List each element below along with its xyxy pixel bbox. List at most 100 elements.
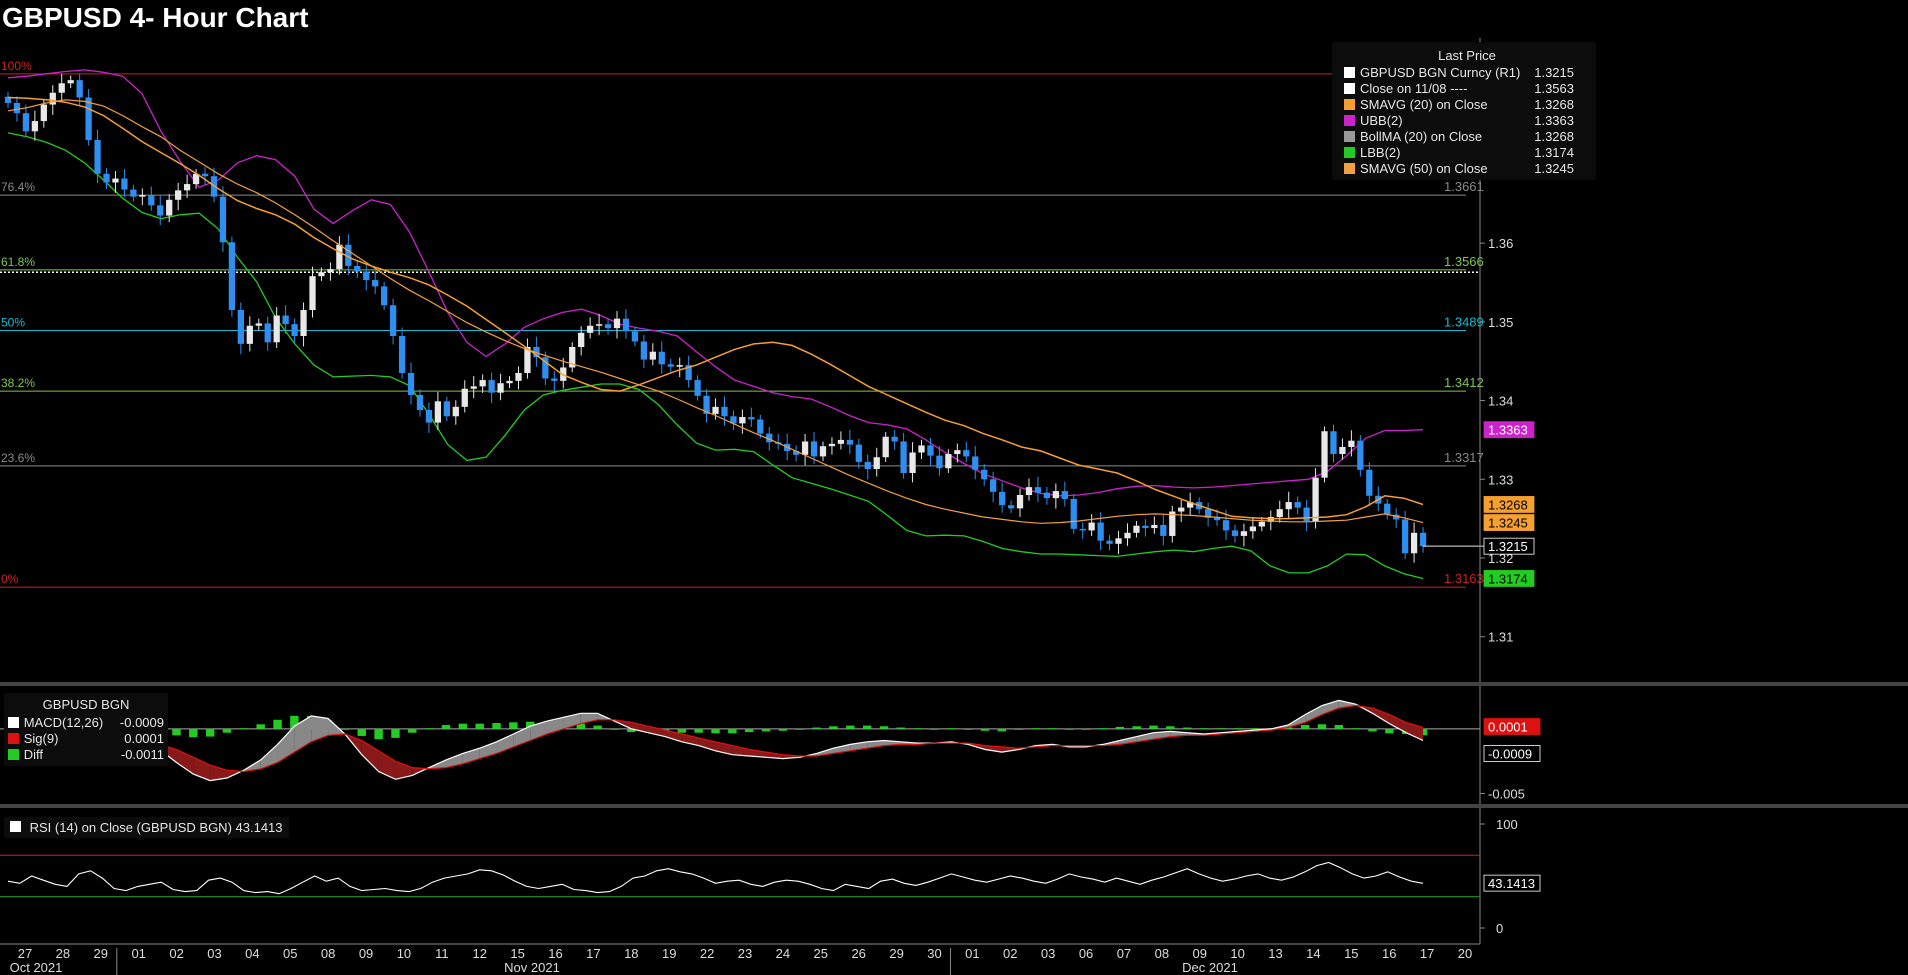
candle-body — [748, 417, 755, 420]
candle-body — [1043, 492, 1051, 499]
candle-body — [479, 380, 486, 387]
fib-label: 50% — [1, 315, 25, 329]
macd-diff-bar — [1368, 728, 1377, 732]
x-month-label: Nov 2021 — [504, 960, 560, 975]
candle-body — [855, 444, 862, 462]
candle-body — [1312, 477, 1319, 521]
x-month-label: Oct 2021 — [10, 960, 63, 975]
macd-diff-bar — [357, 728, 366, 736]
candle-body — [1348, 440, 1355, 447]
price-badge-label: 1.3268 — [1488, 497, 1528, 512]
candle-body — [1303, 507, 1310, 521]
candle-body — [1178, 507, 1185, 512]
macd-diff-bar — [1216, 728, 1226, 730]
candle-body — [972, 456, 979, 470]
candle-body — [1052, 491, 1059, 499]
macd-diff-bar — [172, 728, 181, 736]
macd-diff-bar — [509, 722, 518, 729]
candle-body — [1401, 519, 1409, 554]
macd-diff-bar — [408, 728, 417, 733]
candle-body — [148, 195, 155, 206]
rsi-legend: RSI (14) on Close (GBPUSD BGN) 43.1413 — [4, 817, 289, 838]
candle-body — [918, 445, 925, 453]
candle-body — [22, 113, 30, 132]
macd-diff-bar — [761, 728, 771, 732]
candle-body — [1258, 521, 1265, 527]
macd-diff-bar — [340, 728, 350, 730]
candle-body — [1357, 440, 1364, 470]
legend-series-value: 1.3268 — [1534, 128, 1574, 144]
candle-body — [255, 323, 262, 326]
upper-bollinger-band — [7, 69, 1424, 497]
candle-body — [721, 406, 728, 417]
x-day-label: 16 — [1382, 946, 1396, 961]
candle-body — [1106, 540, 1113, 544]
candle-body — [1330, 431, 1337, 455]
macd-diff-bar — [222, 728, 232, 733]
macd-diff-bar — [997, 728, 1007, 732]
price-tick-label: 1.35 — [1488, 315, 1513, 330]
fib-value-label: 1.3163 — [1444, 571, 1484, 586]
x-day-label: 14 — [1306, 946, 1320, 961]
macd-badge-label: -0.0009 — [1488, 746, 1532, 761]
candle-body — [336, 244, 343, 270]
legend-swatch — [8, 732, 19, 744]
candle-body — [1321, 431, 1328, 478]
rsi-badge-label: 43.1413 — [1488, 876, 1535, 891]
price-tick-label: 1.34 — [1488, 394, 1513, 409]
legend-series-name: BollMA (20) on Close — [1360, 128, 1483, 144]
x-day-label: 13 — [1268, 946, 1282, 961]
candle-body — [389, 305, 397, 336]
macd-diff-bar — [1065, 728, 1074, 730]
x-day-label: 08 — [1155, 946, 1169, 961]
x-day-label: 05 — [283, 946, 297, 961]
panel-separator — [0, 682, 1908, 686]
macd-diff-bar — [728, 728, 737, 734]
candle-body — [282, 315, 289, 325]
moving-averages — [7, 96, 1424, 524]
candle-body — [1115, 538, 1122, 544]
candle-body — [1061, 491, 1068, 499]
legend-series-value: 1.3174 — [1534, 144, 1574, 160]
candle-body — [273, 315, 280, 343]
x-day-label: 26 — [851, 946, 865, 961]
fib-label: 38.2% — [1, 376, 35, 390]
macd-diff-bar — [1132, 726, 1141, 729]
macd-diff-bar — [492, 723, 501, 729]
candle-body — [846, 439, 853, 445]
price-tick-label: 1.31 — [1488, 630, 1513, 645]
panel-separator — [0, 804, 1908, 808]
candle-body — [1016, 495, 1024, 509]
legend-swatch — [1344, 162, 1355, 174]
x-day-label: 22 — [700, 946, 714, 961]
candle-body — [183, 184, 191, 191]
x-day-label: 01 — [131, 946, 145, 961]
candle-body — [631, 331, 639, 342]
legend-swatch — [1344, 130, 1355, 142]
legend-series-name: LBB(2) — [1360, 144, 1401, 160]
candle-body — [452, 406, 459, 417]
candle-body — [909, 452, 916, 473]
bollinger-bands — [7, 69, 1424, 580]
price-badge-label: 1.3245 — [1488, 516, 1528, 531]
candle-body — [40, 104, 47, 122]
candle-body — [506, 380, 513, 384]
x-day-label: 06 — [1079, 946, 1093, 961]
legend-row: GBPUSD BGN Curncy (R1) 1.3215 — [1344, 64, 1590, 80]
candle-body — [640, 341, 648, 360]
candle-body — [470, 386, 477, 389]
sma20-line — [7, 96, 1424, 520]
legend-series-value: -0.0011 — [120, 746, 164, 762]
price-badge-label: 1.3215 — [1488, 539, 1528, 554]
candle-body — [219, 196, 227, 243]
candle-body — [882, 436, 889, 458]
fib-value-label: 1.3317 — [1444, 450, 1484, 465]
candle-body — [461, 388, 468, 407]
x-month-label: Dec 2021 — [1182, 960, 1238, 975]
candle-body — [864, 461, 871, 470]
x-day-label: 24 — [776, 946, 790, 961]
x-day-label: 04 — [245, 946, 259, 961]
macd-cloud — [1305, 705, 1322, 723]
candle-body — [1222, 520, 1230, 531]
legend-swatch — [1344, 114, 1355, 126]
